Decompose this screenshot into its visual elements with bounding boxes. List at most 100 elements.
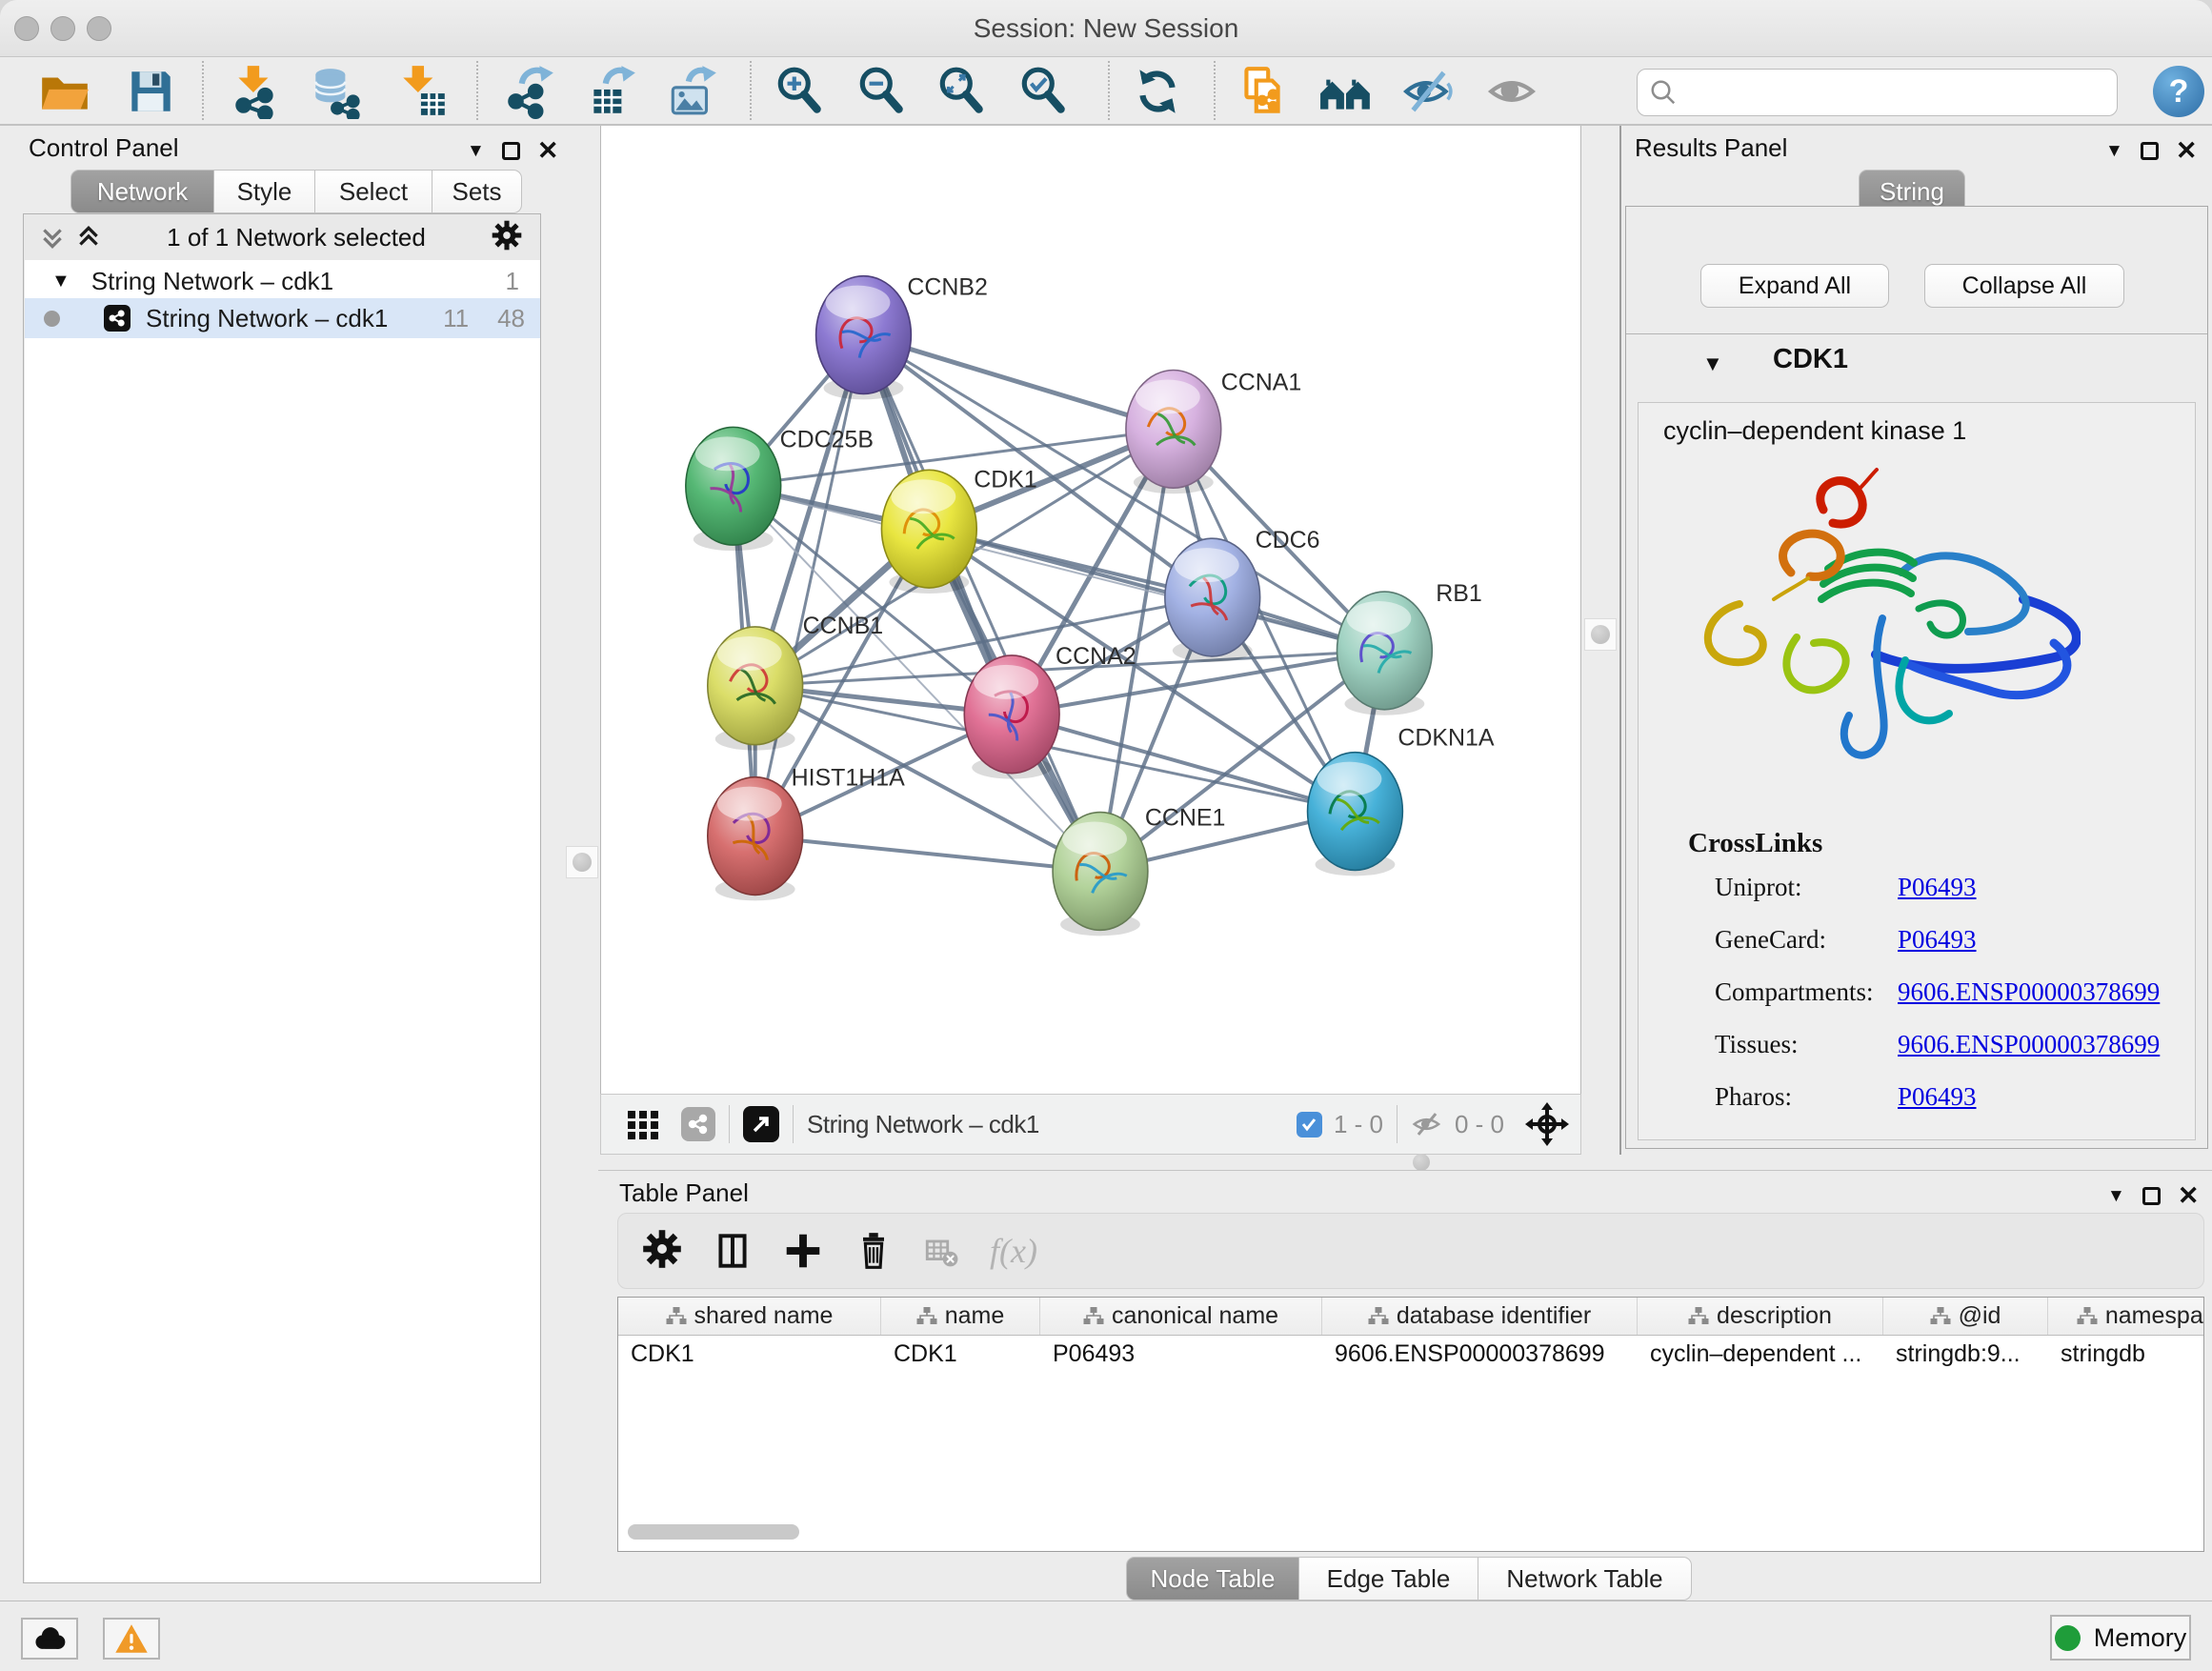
memory-button[interactable]: Memory <box>2050 1615 2191 1661</box>
float-panel-icon[interactable] <box>2142 1187 2161 1205</box>
export-image-button[interactable] <box>664 63 721 120</box>
close-panel-icon[interactable]: ✕ <box>2176 138 2198 164</box>
left-splitter[interactable] <box>564 126 600 1597</box>
cloud-status-button[interactable] <box>21 1618 78 1660</box>
table-cell[interactable]: cyclin–dependent ... <box>1638 1340 1883 1368</box>
float-panel-icon[interactable] <box>502 142 520 160</box>
import-network-database-button[interactable] <box>307 63 364 120</box>
open-session-button[interactable] <box>36 63 93 120</box>
table-row[interactable]: CDK1CDK1P064939606.ENSP00000378699cyclin… <box>618 1336 2203 1372</box>
tab-edge-table[interactable]: Edge Table <box>1299 1557 1478 1601</box>
show-columns-icon[interactable] <box>712 1230 754 1272</box>
clone-network-button[interactable] <box>1234 63 1291 120</box>
network-node-cdk1[interactable]: CDK1 <box>881 466 1036 594</box>
collapse-panel-icon[interactable]: ▼ <box>467 142 485 160</box>
hide-eye-button[interactable] <box>1400 63 1458 120</box>
save-session-button[interactable] <box>122 63 179 120</box>
tab-sets[interactable]: Sets <box>432 170 522 213</box>
network-collection-row[interactable]: ▼ String Network – cdk1 1 <box>25 260 540 298</box>
column-header-canonical-name[interactable]: canonical name <box>1040 1298 1322 1335</box>
table-cell[interactable]: CDK1 <box>618 1340 881 1368</box>
zoom-fit-button[interactable] <box>934 63 991 120</box>
crosslink-link[interactable]: P06493 <box>1898 873 1977 902</box>
chevron-double-up-icon[interactable] <box>75 224 102 251</box>
crosslink-link[interactable]: P06493 <box>1898 925 1977 955</box>
collapse-panel-icon[interactable]: ▼ <box>2107 1187 2125 1205</box>
pan-crosshair-icon[interactable] <box>1525 1102 1569 1146</box>
network-node-ccne1[interactable]: CCNE1 <box>1053 805 1225 936</box>
tab-style[interactable]: Style <box>214 170 315 213</box>
network-graph[interactable]: CCNB2CCNA1CDC25BCDK1CDC6RB1CCNB1CCNA2CDK… <box>601 126 1580 1092</box>
gear-icon[interactable] <box>641 1228 683 1275</box>
network-canvas[interactable]: CCNB2CCNA1CDC25BCDK1CDC6RB1CCNB1CCNA2CDK… <box>600 126 1581 1094</box>
selected-checkbox-icon[interactable] <box>1297 1112 1322 1137</box>
chevron-double-down-icon[interactable] <box>39 224 66 251</box>
title-bar[interactable]: Session: New Session <box>0 0 2212 57</box>
right-splitter[interactable] <box>1581 126 1619 1155</box>
node-table[interactable]: shared namenamecanonical namedatabase id… <box>617 1297 2204 1552</box>
column-header-namespace[interactable]: namespace <box>2048 1298 2204 1335</box>
column-header-description[interactable]: description <box>1638 1298 1883 1335</box>
function-builder-icon[interactable]: f(x) <box>990 1231 1037 1271</box>
collapse-all-button[interactable]: Collapse All <box>1924 264 2124 308</box>
network-type-view-icon[interactable] <box>681 1107 715 1141</box>
add-column-icon[interactable] <box>782 1230 824 1272</box>
clear-table-icon[interactable] <box>923 1232 961 1270</box>
column-header--id[interactable]: @id <box>1883 1298 2048 1335</box>
collapse-panel-icon[interactable]: ▼ <box>2105 142 2123 160</box>
float-panel-icon[interactable] <box>2141 142 2159 160</box>
column-header-shared-name[interactable]: shared name <box>618 1298 881 1335</box>
tab-network-table[interactable]: Network Table <box>1478 1557 1692 1601</box>
delete-column-icon[interactable] <box>853 1230 895 1272</box>
import-table-file-button[interactable] <box>394 63 452 120</box>
column-header-name[interactable]: name <box>881 1298 1040 1335</box>
zoom-selected-button[interactable] <box>1016 63 1073 120</box>
horizontal-splitter[interactable] <box>598 1155 2212 1170</box>
table-cell[interactable]: stringdb <box>2048 1340 2204 1368</box>
close-panel-icon[interactable]: ✕ <box>537 138 559 164</box>
table-cell[interactable]: 9606.ENSP00000378699 <box>1322 1340 1638 1368</box>
column-header-database-identifier[interactable]: database identifier <box>1322 1298 1638 1335</box>
crosslink-link[interactable]: P06493 <box>1898 1082 1977 1112</box>
zoom-in-button[interactable] <box>772 63 829 120</box>
network-node-ccna1[interactable]: CCNA1 <box>1126 369 1301 493</box>
tab-node-table[interactable]: Node Table <box>1126 1557 1299 1601</box>
tab-network[interactable]: Network <box>70 170 214 213</box>
disclosure-triangle-icon[interactable]: ▼ <box>51 271 70 292</box>
search-input[interactable] <box>1678 77 2097 109</box>
import-network-file-button[interactable] <box>227 63 284 120</box>
network-node-cdkn1a[interactable]: CDKN1A <box>1308 725 1495 876</box>
network-edge[interactable] <box>755 335 864 836</box>
network-node-ccnb2[interactable]: CCNB2 <box>816 274 988 400</box>
help-button[interactable]: ? <box>2153 66 2204 117</box>
show-eye-button[interactable] <box>1484 63 1541 120</box>
houses-button[interactable] <box>1317 63 1375 120</box>
tab-select[interactable]: Select <box>315 170 432 213</box>
table-cell[interactable]: CDK1 <box>881 1340 1040 1368</box>
crosslink-link[interactable]: 9606.ENSP00000378699 <box>1898 977 2160 1007</box>
grid-view-icon[interactable] <box>626 1107 660 1141</box>
expand-all-button[interactable]: Expand All <box>1700 264 1889 308</box>
hidden-eye-icon[interactable] <box>1411 1108 1443 1140</box>
task-warning-button[interactable] <box>103 1618 160 1660</box>
section-disclosure-icon[interactable]: ▼ <box>1702 352 1723 376</box>
network-node-rb1[interactable]: RB1 <box>1337 580 1481 715</box>
export-table-button[interactable] <box>583 63 640 120</box>
crosslink-link[interactable]: 9606.ENSP00000378699 <box>1898 1030 2160 1059</box>
search-field[interactable] <box>1637 69 2118 116</box>
detach-view-button[interactable] <box>743 1106 779 1142</box>
left-splitter-handle[interactable] <box>566 846 598 878</box>
table-cell[interactable]: P06493 <box>1040 1340 1322 1368</box>
network-node-cdc25b[interactable]: CDC25B <box>686 426 874 551</box>
export-network-button[interactable] <box>501 63 558 120</box>
gear-icon[interactable] <box>491 219 523 256</box>
node-section-title[interactable]: CDK1 <box>1773 344 1848 375</box>
network-node-cdc6[interactable]: CDC6 <box>1165 527 1320 662</box>
close-panel-icon[interactable]: ✕ <box>2178 1183 2200 1209</box>
right-splitter-handle[interactable] <box>1584 618 1617 651</box>
zoom-out-button[interactable] <box>854 63 911 120</box>
horizontal-scrollbar-thumb[interactable] <box>628 1524 799 1540</box>
refresh-view-button[interactable] <box>1129 63 1186 120</box>
network-node-hist1h1a[interactable]: HIST1H1A <box>708 765 905 901</box>
network-row-selected[interactable]: String Network – cdk1 11 48 <box>25 298 540 338</box>
